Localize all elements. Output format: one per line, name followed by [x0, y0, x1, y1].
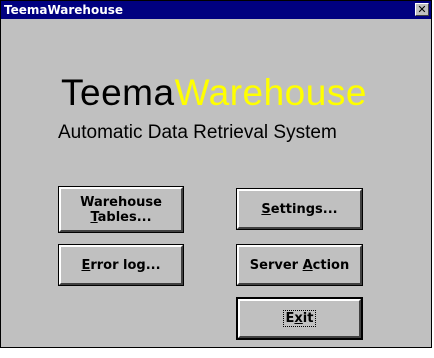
warehouse-tables-line1: Warehouse [80, 194, 162, 210]
exit-button[interactable]: Exit [236, 297, 363, 340]
warehouse-tables-button[interactable]: Warehouse Tables... [58, 186, 184, 233]
exit-label: Exit [282, 310, 317, 327]
close-icon: ✕ [417, 3, 427, 16]
settings-button[interactable]: Settings... [236, 188, 363, 230]
warehouse-tables-line2: Tables... [90, 209, 152, 225]
server-action-label: Server Action [249, 257, 350, 273]
window-title: TeemaWarehouse [4, 3, 124, 17]
brand-warehouse: Warehouse [174, 72, 367, 113]
error-log-button[interactable]: Error log... [58, 244, 184, 286]
server-action-button[interactable]: Server Action [236, 244, 363, 286]
main-window: TeemaWarehouse ✕ TeemaWarehouse Automati… [0, 0, 432, 348]
error-log-label: Error log... [81, 257, 161, 273]
close-button[interactable]: ✕ [415, 3, 429, 16]
settings-label: Settings... [261, 201, 338, 217]
title-bar: TeemaWarehouse ✕ [1, 1, 431, 19]
app-logo: TeemaWarehouse [61, 73, 367, 113]
app-subtitle: Automatic Data Retrieval System [58, 122, 337, 143]
brand-teema: Teema [61, 72, 175, 113]
